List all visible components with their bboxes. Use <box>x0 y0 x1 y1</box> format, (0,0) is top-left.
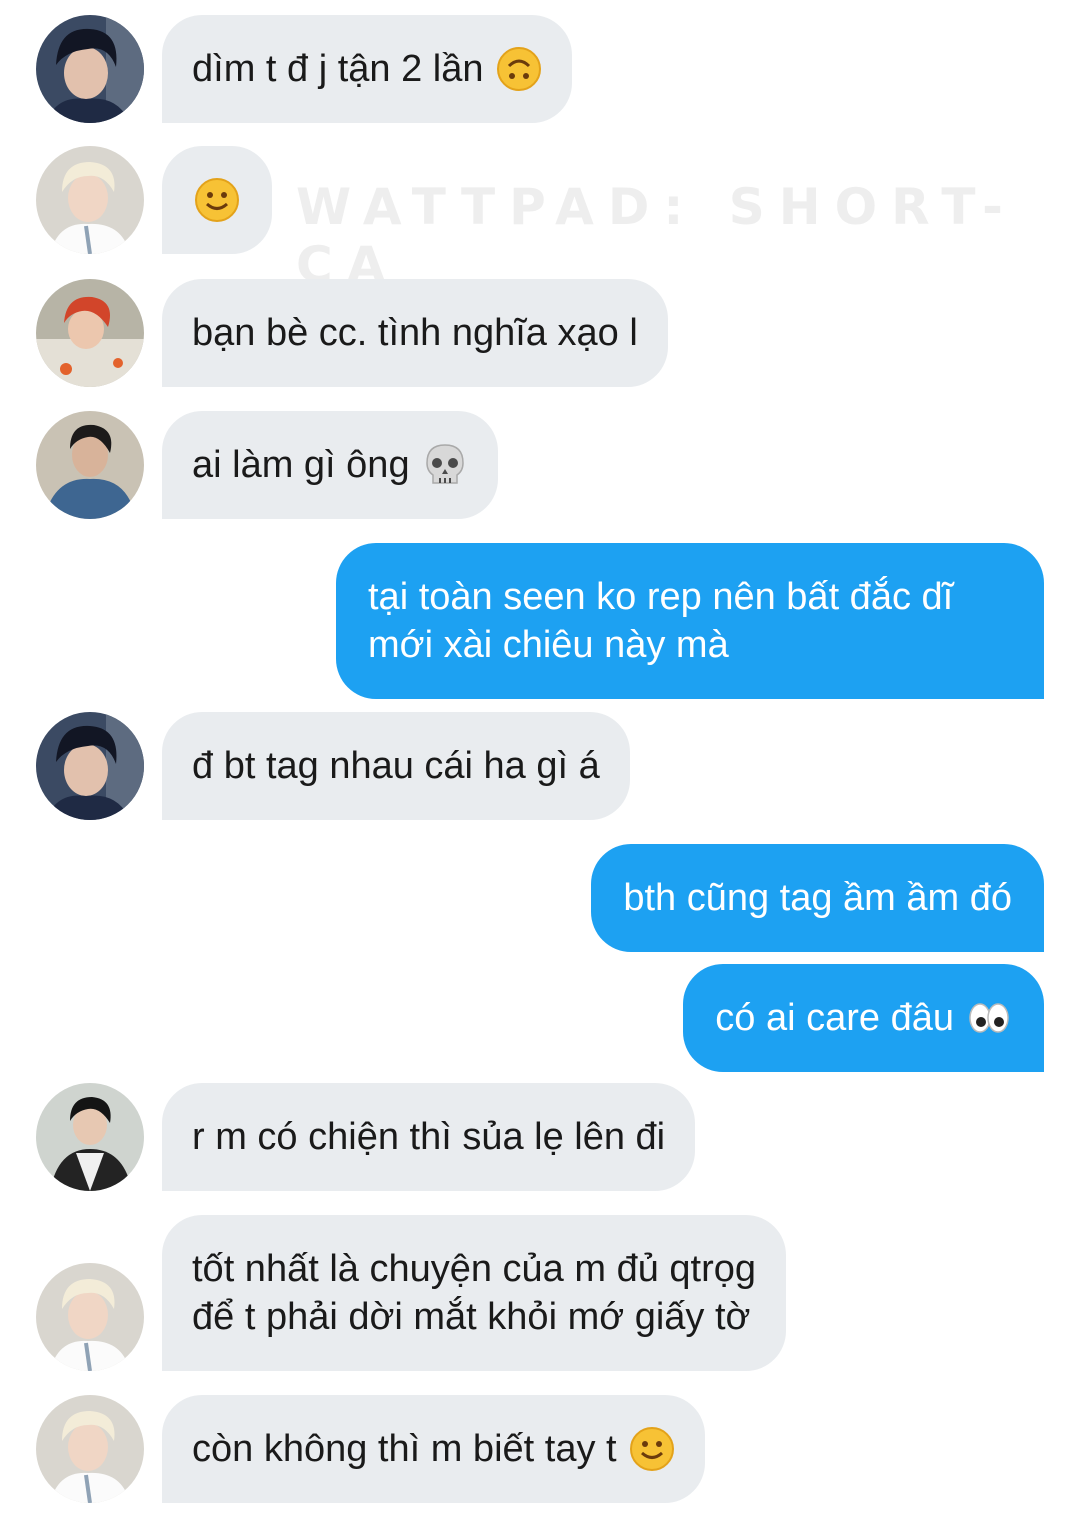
avatar-blond-boy <box>36 1395 144 1503</box>
avatar-blond-boy <box>36 1263 144 1371</box>
message-bubble[interactable]: có ai care đâu <box>683 964 1044 1072</box>
message-text: dìm t đ j tận 2 lần <box>192 48 484 90</box>
message-text: mới xài chiêu này mà <box>368 624 729 666</box>
message-bubble[interactable]: bth cũng tag ầm ầm đó <box>591 844 1044 952</box>
message-bubble[interactable]: đ bt tag nhau cái ha gì á <box>162 712 630 820</box>
message-bubble[interactable]: dìm t đ j tận 2 lần <box>162 15 572 123</box>
message-text: còn không thì m biết tay t <box>192 1428 617 1470</box>
message-bubble[interactable]: còn không thì m biết tay t <box>162 1395 705 1503</box>
message-text: bth cũng tag ầm ầm đó <box>623 877 1012 919</box>
watermark: WATTPAD: SHORT-CA <box>296 178 1017 294</box>
avatar-blond-boy <box>36 146 144 254</box>
avatar-denim-boy <box>36 411 144 519</box>
message-bubble[interactable]: tốt nhất là chuyện của m đủ qtrọg để t p… <box>162 1215 787 1371</box>
avatar-dark-hair-boy <box>36 15 144 123</box>
avatar[interactable] <box>36 1263 144 1371</box>
message-text: đ bt tag nhau cái ha gì á <box>192 745 600 787</box>
upside-down-face-icon <box>496 46 542 92</box>
message-text: tốt nhất là chuyện của m đủ qtrọg <box>192 1248 757 1290</box>
avatar[interactable] <box>36 15 144 123</box>
message-bubble[interactable]: r m có chiện thì sủa lẹ lên đi <box>162 1083 696 1191</box>
message-text: bạn bè cc. tình nghĩa xạo l <box>192 312 638 354</box>
message-text: ai làm gì ông <box>192 444 410 486</box>
avatar[interactable] <box>36 1395 144 1503</box>
avatar[interactable] <box>36 146 144 254</box>
avatar[interactable] <box>36 279 144 387</box>
message-text: có ai care đâu <box>715 997 954 1039</box>
message-text: tại toàn seen ko rep nên bất đắc dĩ <box>368 576 954 618</box>
skull-icon <box>422 442 468 488</box>
message-bubble[interactable] <box>162 146 272 254</box>
message-bubble[interactable]: ai làm gì ông <box>162 411 498 519</box>
message-bubble[interactable]: tại toàn seen ko rep nên bất đắc dĩ mới … <box>336 543 1044 699</box>
avatar-red-hair-boy <box>36 279 144 387</box>
message-text: r m có chiện thì sủa lẹ lên đi <box>192 1116 666 1158</box>
message-text: để t phải dời mắt khỏi mớ giấy tờ <box>192 1296 751 1338</box>
eyes-icon <box>966 995 1012 1041</box>
avatar-black-hair-boy <box>36 1083 144 1191</box>
avatar-dark-hair-boy <box>36 712 144 820</box>
slightly-smiling-face-icon <box>629 1426 675 1472</box>
message-bubble[interactable]: bạn bè cc. tình nghĩa xạo l <box>162 279 668 387</box>
avatar[interactable] <box>36 1083 144 1191</box>
avatar[interactable] <box>36 411 144 519</box>
chat-thread: WATTPAD: SHORT-CA dìm t đ j tận 2 lần bạ… <box>0 0 1080 1521</box>
slightly-smiling-face-icon <box>194 177 240 223</box>
avatar[interactable] <box>36 712 144 820</box>
